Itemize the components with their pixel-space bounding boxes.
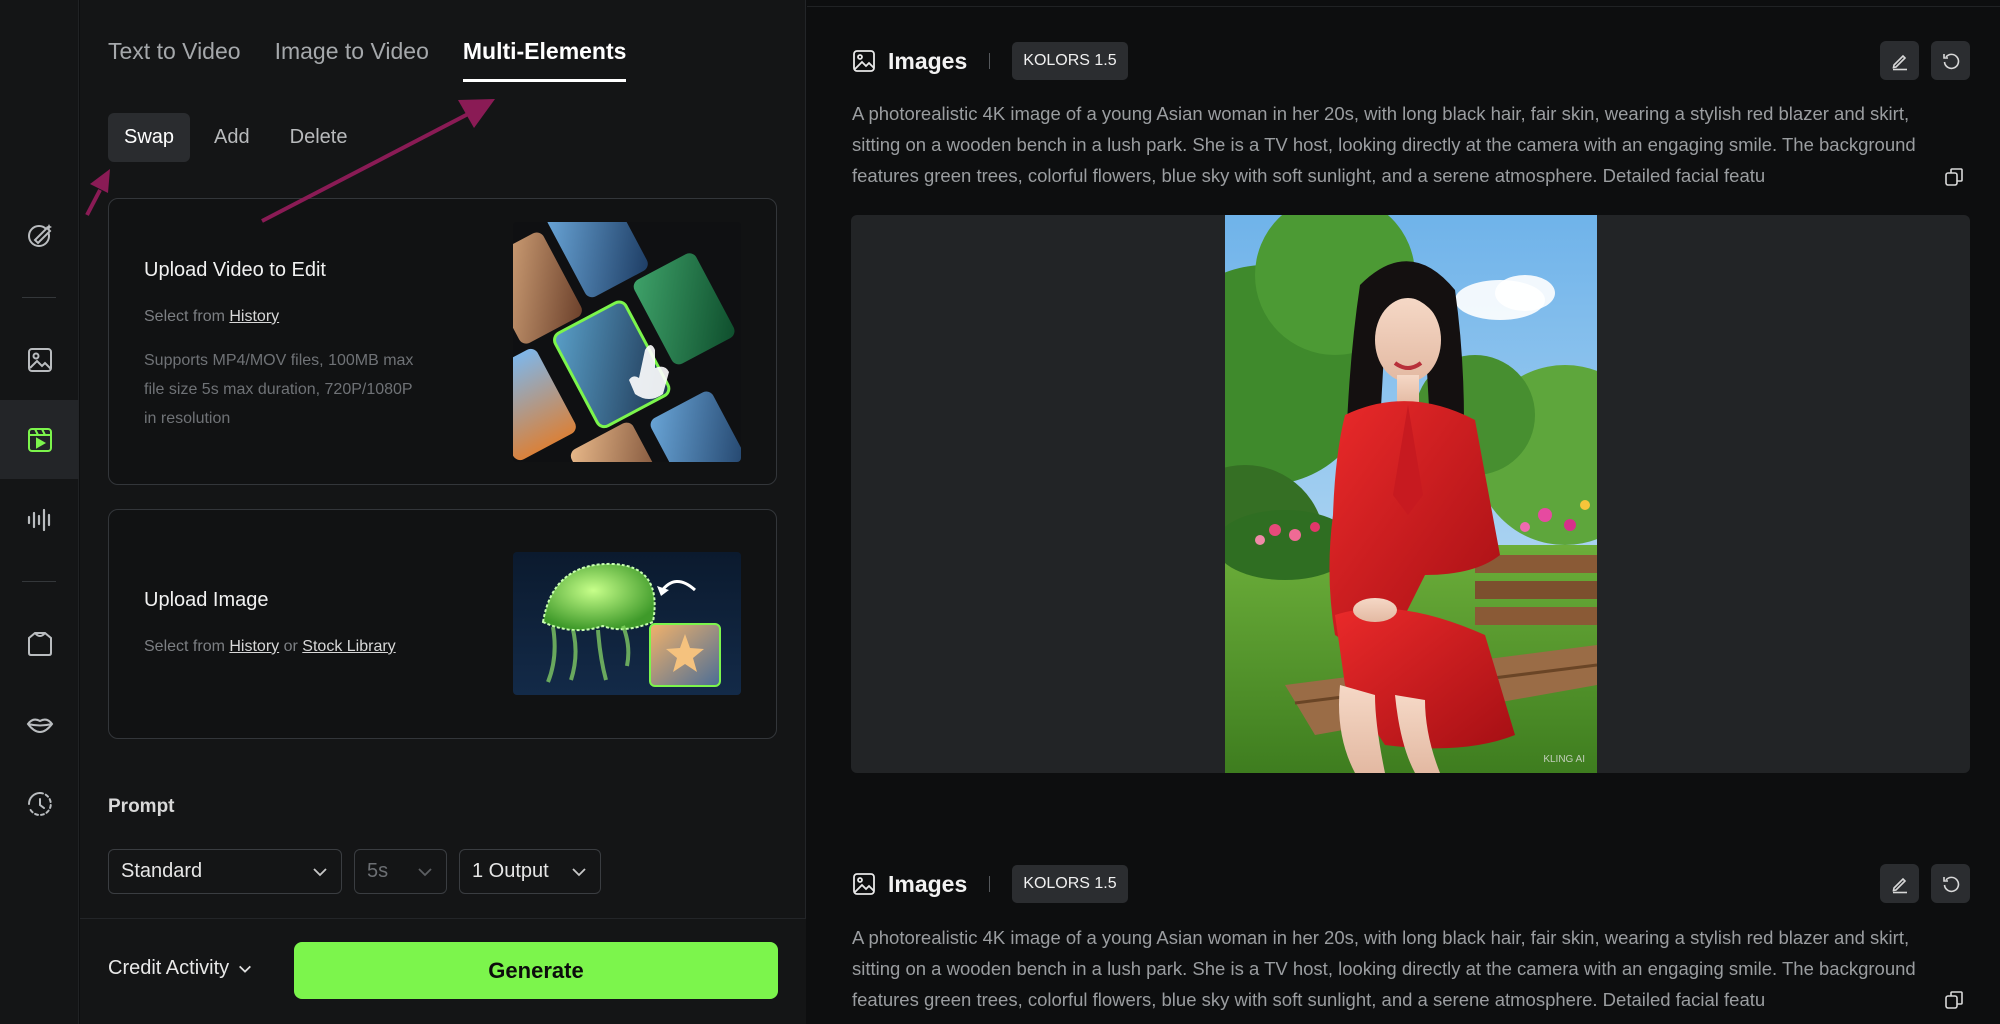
result-prompt-text: A photorealistic 4K image of a young Asi… <box>852 927 1916 1010</box>
subtab-delete[interactable]: Delete <box>274 113 364 162</box>
creation-panel: Text to Video Image to Video Multi-Eleme… <box>80 0 806 1024</box>
image-icon <box>853 50 875 72</box>
outputs-select[interactable]: 1 Output <box>459 849 601 894</box>
edit-mode-tabs: Swap Add Delete <box>108 113 363 162</box>
upload-video-requirements: Supports MP4/MOV files, 100MB max file s… <box>144 352 414 427</box>
results-panel: Images KOLORS 1.5 A photorealistic 4K im… <box>807 0 2000 1024</box>
history-icon[interactable] <box>0 764 79 843</box>
refresh-icon <box>1942 876 1959 892</box>
tab-text-to-video[interactable]: Text to Video <box>108 38 241 82</box>
upload-video-illustration <box>513 222 741 462</box>
upload-video-title: Upload Video to Edit <box>144 259 326 281</box>
upload-image-title: Upload Image <box>144 589 269 611</box>
bottom-bar: Credit Activity Generate <box>80 918 806 1024</box>
watermark: KLING AI <box>1543 754 1585 765</box>
edit-button[interactable] <box>1880 864 1919 903</box>
mode-tabs: Text to Video Image to Video Multi-Eleme… <box>108 38 627 82</box>
prompt-label: Prompt <box>108 796 175 817</box>
upload-image-select-line: Select from History or Stock Library <box>144 638 396 655</box>
result-image-frame[interactable]: KLING AI <box>851 215 1970 773</box>
chevron-down-icon <box>572 867 586 876</box>
chevron-down-icon <box>239 965 252 973</box>
upload-video-card[interactable]: Upload Video to Edit Select from History… <box>108 198 777 485</box>
upload-video-select-line: Select from History <box>144 308 280 325</box>
subtab-add[interactable]: Add <box>198 113 266 162</box>
mode-select[interactable]: Standard <box>108 849 342 894</box>
history-link[interactable]: History <box>229 638 279 655</box>
result-prompt-text: A photorealistic 4K image of a young Asi… <box>852 103 1916 186</box>
lips-icon[interactable] <box>0 684 79 763</box>
refresh-icon <box>1942 53 1959 69</box>
upload-image-card[interactable]: Upload Image Select from History or Stoc… <box>108 509 777 739</box>
image-icon <box>853 873 875 895</box>
subtab-swap[interactable]: Swap <box>108 113 191 162</box>
upload-image-illustration <box>513 552 741 695</box>
stock-library-link[interactable]: Stock Library <box>302 638 395 655</box>
left-rail <box>0 0 79 1024</box>
result-title: Images <box>888 47 968 74</box>
duration-select[interactable]: 5s <box>354 849 447 894</box>
tab-multi-elements[interactable]: Multi-Elements <box>462 38 627 82</box>
credit-activity-dropdown[interactable]: Credit Activity <box>108 957 253 980</box>
video-icon[interactable] <box>0 400 79 479</box>
tab-image-to-video[interactable]: Image to Video <box>275 38 429 82</box>
pencil-icon <box>1891 877 1907 893</box>
magic-pen-icon[interactable] <box>0 195 79 274</box>
chevron-down-icon <box>418 867 432 876</box>
image-icon[interactable] <box>0 320 79 399</box>
result-title: Images <box>888 870 968 897</box>
result-header: Images KOLORS 1.5 <box>852 864 1128 904</box>
model-badge: KOLORS 1.5 <box>1012 865 1128 903</box>
pencil-icon <box>1891 54 1907 70</box>
edit-button[interactable] <box>1880 41 1919 80</box>
copy-icon[interactable] <box>1944 990 1964 1010</box>
audio-wave-icon[interactable] <box>0 480 79 559</box>
regenerate-button[interactable] <box>1931 864 1970 903</box>
generated-image[interactable]: KLING AI <box>1225 215 1597 773</box>
copy-icon[interactable] <box>1944 167 1964 187</box>
chevron-down-icon <box>313 867 327 876</box>
result-header: Images KOLORS 1.5 <box>852 41 1128 81</box>
regenerate-button[interactable] <box>1931 41 1970 80</box>
model-badge: KOLORS 1.5 <box>1012 42 1128 80</box>
history-link[interactable]: History <box>229 308 279 325</box>
shirt-icon[interactable] <box>0 604 79 683</box>
generate-button[interactable]: Generate <box>294 942 778 999</box>
